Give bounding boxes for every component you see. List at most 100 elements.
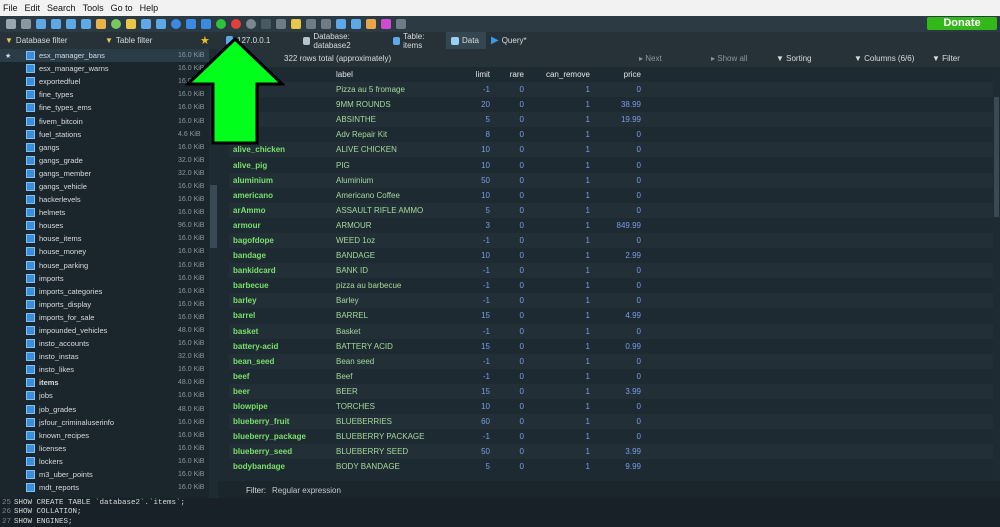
tree-item[interactable]: house_parking 16.0 KiB	[0, 259, 218, 272]
table-row[interactable]: blueberry_package BLUEBERRY PACKAGE -1 0 1 0	[229, 429, 1000, 445]
cell-limit[interactable]: 15	[462, 311, 493, 320]
cell-label[interactable]: Aluminium	[332, 176, 462, 185]
cell-can-remove[interactable]: 1	[527, 251, 593, 260]
cell-name[interactable]: basket	[229, 327, 332, 336]
cell-price[interactable]: 38.99	[593, 100, 644, 109]
next-button[interactable]: ▸ Next	[639, 54, 711, 63]
cell-price[interactable]: 2.99	[593, 251, 644, 260]
cell-can-remove[interactable]: 1	[527, 266, 593, 275]
cell-label[interactable]: BARREL	[332, 311, 462, 320]
cell-name[interactable]: aluminium	[229, 176, 332, 185]
cell-limit[interactable]: 15	[462, 342, 493, 351]
cell-name[interactable]: beef	[229, 372, 332, 381]
cell-price[interactable]: 19.99	[593, 115, 644, 124]
tree-scroll-thumb[interactable]	[210, 185, 217, 248]
cell-name[interactable]: bankidcard	[229, 266, 332, 275]
tree-item[interactable]: imports_categories 16.0 KiB	[0, 285, 218, 298]
show-all-button[interactable]: ▸ Show all	[711, 54, 776, 63]
tree-item[interactable]: imports_display 16.0 KiB	[0, 298, 218, 311]
tree-item[interactable]: insto_instas 32.0 KiB	[0, 350, 218, 363]
cell-label[interactable]: Bean seed	[332, 357, 462, 366]
cell-price[interactable]: 0	[593, 236, 644, 245]
cell-rare[interactable]: 0	[493, 176, 527, 185]
cell-limit[interactable]: 50	[462, 176, 493, 185]
cell-label[interactable]: 9MM ROUNDS	[332, 100, 462, 109]
find-icon[interactable]	[336, 19, 346, 29]
cell-limit[interactable]: 10	[462, 161, 493, 170]
cell-name[interactable]: bandage	[229, 251, 332, 260]
cell-rare[interactable]: 0	[493, 462, 527, 471]
cell-label[interactable]: ARMOUR	[332, 221, 462, 230]
undo-icon[interactable]	[66, 19, 76, 29]
cell-rare[interactable]: 0	[493, 161, 527, 170]
table-row[interactable]: Adv Repair Kit 8 0 1 0	[229, 127, 1000, 143]
cell-can-remove[interactable]: 1	[527, 206, 593, 215]
cell-can-remove[interactable]: 1	[527, 221, 593, 230]
table-row[interactable]: barrel BARREL 15 0 1 4.99	[229, 308, 1000, 324]
open-folder-icon[interactable]	[291, 19, 301, 29]
cell-label[interactable]: BEER	[332, 387, 462, 396]
tree-item[interactable]: house_money 16.0 KiB	[0, 245, 218, 258]
cell-label[interactable]: Beef	[332, 372, 462, 381]
tree-item[interactable]: house_items 16.0 KiB	[0, 232, 218, 245]
cancel-icon[interactable]	[261, 19, 271, 29]
menu-file[interactable]: File	[3, 3, 18, 13]
cell-rare[interactable]: 0	[493, 327, 527, 336]
cell-limit[interactable]: -1	[462, 432, 493, 441]
disconnect-icon[interactable]	[21, 19, 31, 29]
user-manager-icon[interactable]	[96, 19, 106, 29]
tab-query[interactable]: ▶ Query*	[486, 32, 541, 49]
cell-price[interactable]: 0	[593, 432, 644, 441]
filter-button[interactable]: ▼ Filter	[932, 54, 972, 63]
table-row[interactable]: ABSINTHE 5 0 1 19.99	[229, 112, 1000, 128]
export-icon[interactable]	[81, 19, 91, 29]
cell-limit[interactable]: 8	[462, 130, 493, 139]
cell-price[interactable]: 0	[593, 417, 644, 426]
cell-rare[interactable]: 0	[493, 191, 527, 200]
cell-price[interactable]: 0	[593, 327, 644, 336]
cell-name[interactable]: alive_chicken	[229, 145, 332, 154]
cell-rare[interactable]: 0	[493, 85, 527, 94]
table-row[interactable]: blueberry_seed BLUEBERRY SEED 50 0 1 3.99	[229, 444, 1000, 460]
cell-can-remove[interactable]: 1	[527, 115, 593, 124]
table-row[interactable]: blueberry_fruit BLUEBERRIES 60 0 1 0	[229, 414, 1000, 430]
column-header-price[interactable]: price	[593, 70, 644, 79]
cell-price[interactable]: 9.99	[593, 462, 644, 471]
cell-name[interactable]: bagofdope	[229, 236, 332, 245]
cell-label[interactable]: BANK ID	[332, 266, 462, 275]
cell-limit[interactable]: -1	[462, 236, 493, 245]
cell-label[interactable]: PIG	[332, 161, 462, 170]
refresh-icon[interactable]	[111, 19, 121, 29]
table-row[interactable]: arAmmo ASSAULT RIFLE AMMO 5 0 1 0	[229, 202, 1000, 218]
tree-item[interactable]: jsfour_criminaluserinfo 16.0 KiB	[0, 416, 218, 429]
table-row[interactable]: bean_seed Bean seed -1 0 1 0	[229, 353, 1000, 369]
cell-can-remove[interactable]: 1	[527, 342, 593, 351]
menu-help[interactable]: Help	[140, 3, 159, 13]
table-row[interactable]: Pizza au 5 fromage -1 0 1 0	[229, 82, 1000, 98]
cell-price[interactable]: 3.99	[593, 387, 644, 396]
cell-price[interactable]: 0	[593, 281, 644, 290]
table-row[interactable]: americano Americano Coffee 10 0 1 0	[229, 187, 1000, 203]
cell-price[interactable]: 0.99	[593, 342, 644, 351]
cell-price[interactable]: 0	[593, 357, 644, 366]
cell-limit[interactable]: -1	[462, 357, 493, 366]
cell-limit[interactable]: 5	[462, 115, 493, 124]
cell-rare[interactable]: 0	[493, 115, 527, 124]
cell-limit[interactable]: -1	[462, 266, 493, 275]
cell-can-remove[interactable]: 1	[527, 311, 593, 320]
cell-can-remove[interactable]: 1	[527, 296, 593, 305]
help-icon[interactable]	[171, 19, 181, 29]
cell-name[interactable]: bodybandage	[229, 462, 332, 471]
cell-limit[interactable]: 15	[462, 387, 493, 396]
cell-label[interactable]: BLUEBERRY PACKAGE	[332, 432, 462, 441]
cell-can-remove[interactable]: 1	[527, 372, 593, 381]
table-row[interactable]: alive_pig PIG 10 0 1 0	[229, 157, 1000, 173]
cell-price[interactable]: 0	[593, 85, 644, 94]
cell-can-remove[interactable]: 1	[527, 357, 593, 366]
column-header-can-remove[interactable]: can_remove	[527, 70, 593, 79]
grid-scroll-thumb[interactable]	[994, 97, 999, 217]
tree-item[interactable]: licenses 16.0 KiB	[0, 442, 218, 455]
post-icon[interactable]	[246, 19, 256, 29]
cell-label[interactable]: Americano Coffee	[332, 191, 462, 200]
tree-item[interactable]: gangs_grade 32.0 KiB	[0, 154, 218, 167]
